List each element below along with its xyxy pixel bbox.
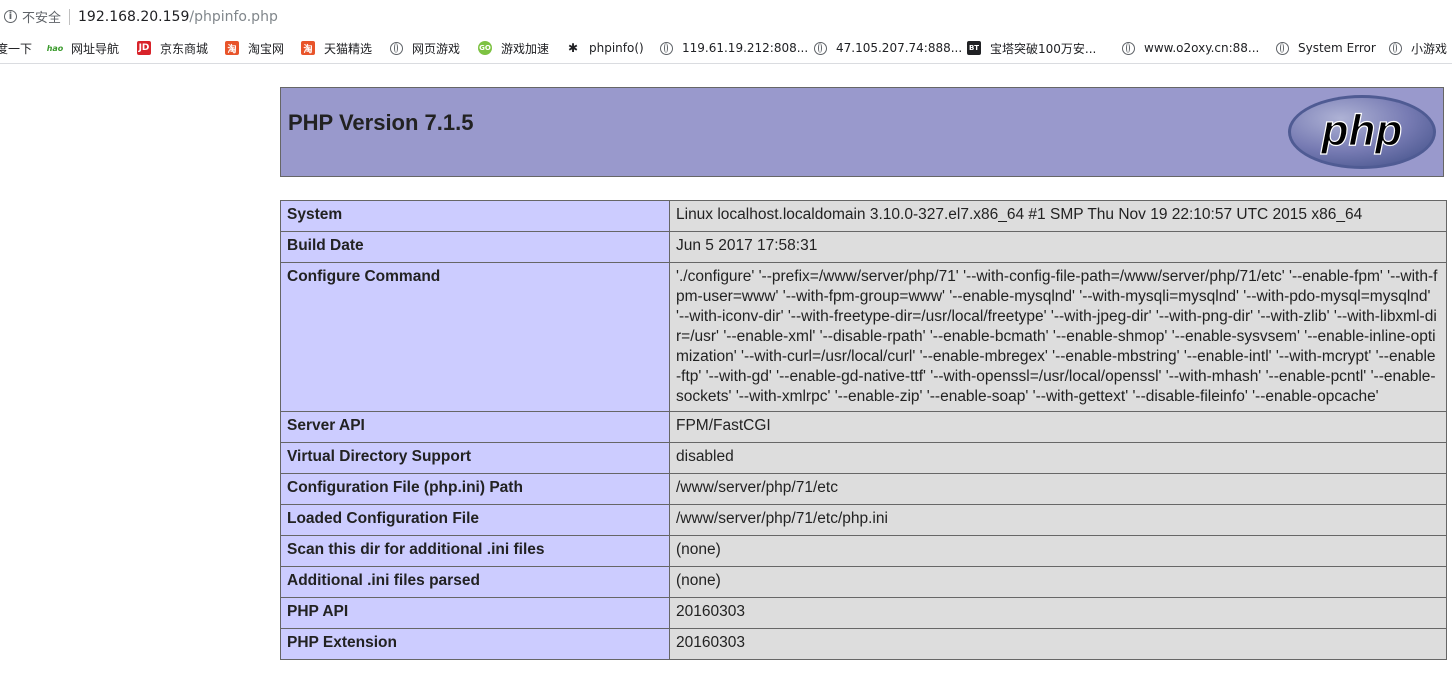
row-key: Configuration File (php.ini) Path	[280, 473, 670, 505]
bookmark-label: 47.105.207.74:888...	[836, 41, 963, 55]
bookmark-label: 京东商城	[160, 41, 209, 56]
row-key: System	[280, 200, 670, 232]
row-key: Loaded Configuration File	[280, 504, 670, 536]
bookmark-label: www.o2oxy.cn:88...	[1144, 41, 1260, 55]
address-bar[interactable]: i 不安全 192.168.20.159/phpinfo.php	[0, 0, 1452, 33]
row-key: PHP API	[280, 597, 670, 629]
security-label[interactable]: 不安全	[22, 7, 61, 26]
jd-icon: JD	[137, 41, 151, 55]
table-row: Additional .ini files parsed (none)	[280, 566, 1447, 598]
bookmark-label: 宝塔突破100万安...	[990, 41, 1097, 56]
bookmark-label: 天猫精选	[324, 41, 373, 56]
globe-icon	[1389, 41, 1402, 55]
row-key: Server API	[280, 411, 670, 443]
row-value: /www/server/php/71/etc	[669, 473, 1447, 505]
taobao-icon: 淘	[225, 41, 239, 55]
url-text[interactable]: 192.168.20.159/phpinfo.php	[78, 9, 278, 25]
row-value: disabled	[669, 442, 1447, 474]
tmall-icon: 淘	[301, 41, 315, 55]
bookmark-label: 游戏加速	[501, 41, 550, 56]
php-logo-text: php	[1321, 106, 1403, 155]
bookmark-47[interactable]: 47.105.207.74:888...	[814, 40, 962, 56]
bookmark-jd[interactable]: JD 京东商城	[137, 40, 208, 56]
globe-icon	[660, 41, 673, 55]
bookmark-o2oxy[interactable]: www.o2oxy.cn:88...	[1122, 40, 1259, 56]
globe-icon	[814, 41, 827, 55]
row-key: Additional .ini files parsed	[280, 566, 670, 598]
bookmark-hao123[interactable]: hao 网址导航	[47, 40, 120, 56]
globe-icon	[390, 41, 403, 55]
table-row: Virtual Directory Support disabled	[280, 442, 1447, 474]
bookmark-label: 网址导航	[71, 41, 120, 56]
row-value: 20160303	[669, 628, 1447, 660]
php-info-table: System Linux localhost.localdomain 3.10.…	[280, 200, 1447, 660]
bookmark-label: 度一下	[0, 41, 33, 56]
table-row: Configure Command './configure' '--prefi…	[280, 262, 1447, 412]
bookmark-tmall[interactable]: 淘 天猫精选	[301, 40, 372, 56]
table-row: Loaded Configuration File /www/server/ph…	[280, 504, 1447, 536]
bookmark-label: 网页游戏	[412, 41, 461, 56]
divider	[69, 8, 71, 25]
bookmark-label: 小游戏	[1411, 41, 1448, 56]
bookmark-label: System Error	[1298, 41, 1376, 55]
bookmark-taobao[interactable]: 淘 淘宝网	[225, 40, 284, 56]
bookmark-system-error[interactable]: System Error	[1276, 40, 1376, 56]
row-value: Linux localhost.localdomain 3.10.0-327.e…	[669, 200, 1447, 232]
row-value: 20160303	[669, 597, 1447, 629]
table-row: PHP API 20160303	[280, 597, 1447, 629]
bug-icon: ✱	[566, 41, 580, 55]
row-value: FPM/FastCGI	[669, 411, 1447, 443]
globe-icon	[1122, 41, 1135, 55]
php-version-header: PHP Version 7.1.5 php	[280, 87, 1444, 177]
row-value: './configure' '--prefix=/www/server/php/…	[669, 262, 1447, 412]
row-value: /www/server/php/71/etc/php.ini	[669, 504, 1447, 536]
row-value: (none)	[669, 566, 1447, 598]
bookmarks-bar: 度一下 hao 网址导航 JD 京东商城 淘 淘宝网 淘 天猫精选 网页游戏 G…	[0, 33, 1452, 64]
table-row: PHP Extension 20160303	[280, 628, 1447, 660]
bt-icon: BT	[967, 41, 981, 55]
page-title: PHP Version 7.1.5	[288, 110, 474, 135]
row-value: (none)	[669, 535, 1447, 567]
hao123-icon: hao	[47, 41, 63, 55]
table-row: Build Date Jun 5 2017 17:58:31	[280, 231, 1447, 263]
row-key: Build Date	[280, 231, 670, 263]
bookmark-baidu[interactable]: 度一下	[0, 40, 32, 56]
table-row: Configuration File (php.ini) Path /www/s…	[280, 473, 1447, 505]
row-key: Virtual Directory Support	[280, 442, 670, 474]
row-key: Scan this dir for additional .ini files	[280, 535, 670, 567]
php-logo-icon[interactable]: php	[1286, 93, 1438, 171]
bookmark-label: phpinfo()	[589, 41, 644, 55]
bookmark-game-speedup[interactable]: GO 游戏加速	[478, 40, 549, 56]
globe-icon	[1276, 41, 1289, 55]
info-icon[interactable]: i	[4, 10, 17, 23]
table-row: Scan this dir for additional .ini files …	[280, 535, 1447, 567]
url-path: /phpinfo.php	[189, 8, 278, 25]
bookmark-bt[interactable]: BT 宝塔突破100万安...	[967, 40, 1096, 56]
bookmark-mini-games[interactable]: 小游戏	[1389, 40, 1447, 56]
speedup-icon: GO	[478, 41, 492, 55]
row-key: Configure Command	[280, 262, 670, 412]
bookmark-phpinfo[interactable]: ✱ phpinfo()	[566, 40, 644, 56]
url-host: 192.168.20.159	[78, 8, 190, 25]
bookmark-label: 淘宝网	[248, 41, 285, 56]
row-value: Jun 5 2017 17:58:31	[669, 231, 1447, 263]
row-key: PHP Extension	[280, 628, 670, 660]
table-row: System Linux localhost.localdomain 3.10.…	[280, 200, 1447, 232]
bookmark-webgames[interactable]: 网页游戏	[390, 40, 460, 56]
bookmark-label: 119.61.19.212:808...	[682, 41, 809, 55]
bookmark-119[interactable]: 119.61.19.212:808...	[660, 40, 808, 56]
table-row: Server API FPM/FastCGI	[280, 411, 1447, 443]
